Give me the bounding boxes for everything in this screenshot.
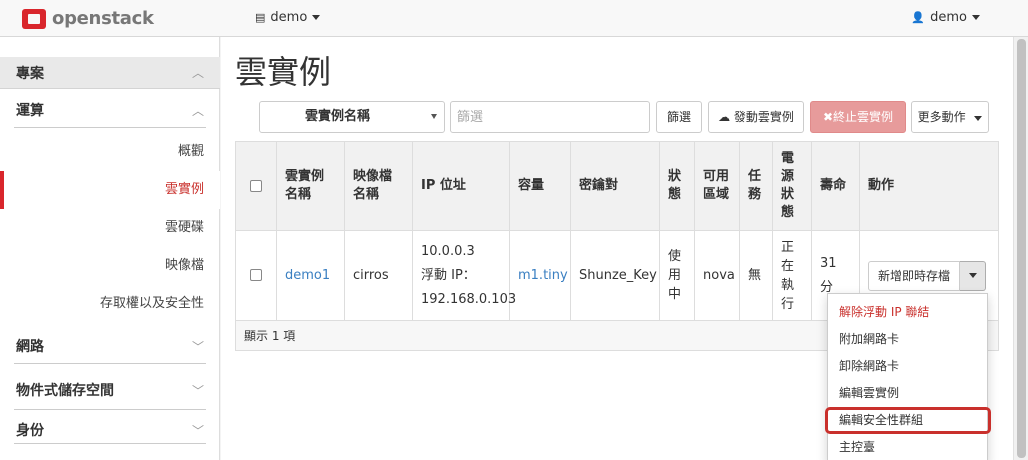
user-icon: 👤 bbox=[911, 11, 926, 24]
launch-instance-label: 發動雲實例 bbox=[733, 110, 794, 124]
project-list-icon: ▤ bbox=[255, 11, 266, 24]
sidebar: 專案 ︿ 運算 ︿ 概觀 雲實例 雲硬碟 映像檔 存取權以及安全性 網路 ﹀ 物… bbox=[0, 37, 220, 460]
chevron-up-icon: ︿ bbox=[191, 66, 204, 80]
zone-cell: nova bbox=[694, 230, 740, 321]
sidebar-item-volumes[interactable]: 雲硬碟 bbox=[0, 209, 220, 247]
row-actions-group: 新增即時存檔 bbox=[868, 260, 990, 291]
row-actions-dropdown-menu: 解除浮動 IP 聯結 附加網路卡 卸除網路卡 編輯雲實例 編輯安全性群組 主控臺 bbox=[827, 293, 988, 460]
instance-name-link[interactable]: demo1 bbox=[285, 268, 330, 283]
column-header-keypair[interactable]: 密鑰對 bbox=[570, 141, 660, 231]
sidebar-item-instances[interactable]: 雲實例 bbox=[0, 171, 220, 209]
column-header-power[interactable]: 電源狀態 bbox=[772, 141, 812, 231]
divider bbox=[14, 443, 206, 444]
user-menu[interactable]: 👤 demo bbox=[911, 10, 980, 25]
edit-instance-item[interactable]: 編輯雲實例 bbox=[828, 380, 987, 407]
edit-security-groups-item[interactable]: 編輯安全性群組 bbox=[828, 407, 987, 434]
column-header-task[interactable]: 任務 bbox=[739, 141, 773, 231]
divider bbox=[14, 409, 206, 410]
openstack-logo[interactable]: openstack bbox=[22, 8, 154, 29]
table-toolbar: 雲實例名稱 篩選 ☁ 發動雲實例 ✖終止雲實例 更多動作 bbox=[259, 101, 989, 133]
ip-address-cell: 10.0.0.3 浮動 IP： 192.168.0.103 bbox=[412, 230, 517, 321]
instance-name-cell: demo1 bbox=[276, 230, 345, 321]
terminate-instances-button[interactable]: ✖終止雲實例 bbox=[810, 101, 906, 133]
attach-interface-item[interactable]: 附加網路卡 bbox=[828, 326, 987, 353]
sidebar-section-label: 身份 bbox=[16, 423, 44, 439]
sidebar-section-object-storage[interactable]: 物件式儲存空間 ﹀ bbox=[0, 373, 220, 407]
project-name: demo bbox=[270, 10, 308, 25]
flavor-link[interactable]: m1.tiny bbox=[518, 268, 568, 283]
row-checkbox[interactable] bbox=[250, 269, 262, 281]
column-header-status[interactable]: 狀態 bbox=[659, 141, 695, 231]
close-icon: ✖ bbox=[822, 110, 834, 124]
sidebar-section-label: 專案 bbox=[16, 65, 44, 82]
disassociate-floating-ip-item[interactable]: 解除浮動 IP 聯結 bbox=[828, 299, 987, 326]
sidebar-section-label: 網路 bbox=[16, 339, 44, 355]
power-state-cell: 正在執行 bbox=[772, 230, 812, 321]
flavor-cell: m1.tiny bbox=[509, 230, 571, 321]
status-cell: 使用中 bbox=[659, 230, 695, 321]
row-actions-dropdown-toggle[interactable] bbox=[960, 260, 987, 291]
sidebar-section-network[interactable]: 網路 ﹀ bbox=[0, 329, 220, 363]
row-select-cell bbox=[235, 230, 277, 321]
filter-input[interactable] bbox=[450, 101, 650, 133]
chevron-down-icon: ﹀ bbox=[191, 383, 204, 398]
column-header-age[interactable]: 壽命 bbox=[811, 141, 860, 231]
chevron-down-icon: ﹀ bbox=[191, 423, 204, 438]
chevron-down-icon bbox=[974, 116, 983, 121]
more-actions-label: 更多動作 bbox=[917, 110, 966, 124]
divider bbox=[14, 363, 206, 364]
sidebar-section-label: 運算 bbox=[16, 103, 44, 119]
chevron-up-icon: ︿ bbox=[191, 103, 204, 118]
chevron-down-icon: ﹀ bbox=[191, 339, 204, 354]
launch-instance-button[interactable]: ☁ 發動雲實例 bbox=[708, 101, 804, 133]
column-header-name[interactable]: 雲實例名稱 bbox=[276, 141, 345, 231]
sidebar-section-compute[interactable]: 運算 ︿ bbox=[0, 93, 220, 127]
scrollbar-thumb[interactable] bbox=[1017, 39, 1026, 458]
chevron-down-icon bbox=[968, 273, 977, 278]
sidebar-section-identity[interactable]: 身份 ﹀ bbox=[0, 413, 220, 447]
cloud-upload-icon: ☁ bbox=[718, 110, 731, 124]
top-navbar: openstack ▤ demo 👤 demo bbox=[0, 0, 1028, 37]
sidebar-item-overview[interactable]: 概觀 bbox=[0, 133, 220, 171]
fixed-ip: 10.0.0.3 bbox=[421, 243, 475, 259]
column-header-actions: 動作 bbox=[859, 141, 999, 231]
user-name: demo bbox=[930, 10, 967, 25]
divider bbox=[14, 127, 206, 128]
openstack-logo-icon bbox=[22, 8, 46, 29]
keypair-cell: Shunze_Key bbox=[570, 230, 660, 321]
sidebar-item-access-security[interactable]: 存取權以及安全性 bbox=[0, 285, 220, 323]
sidebar-section-project[interactable]: 專案 ︿ bbox=[0, 57, 220, 89]
column-header-image[interactable]: 映像檔名稱 bbox=[344, 141, 413, 231]
column-header-ip[interactable]: IP 位址 bbox=[412, 141, 510, 231]
terminate-instances-label: 終止雲實例 bbox=[833, 110, 894, 124]
logo-text: openstack bbox=[52, 8, 154, 29]
chevron-down-icon bbox=[431, 114, 437, 119]
detach-interface-item[interactable]: 卸除網路卡 bbox=[828, 353, 987, 380]
create-snapshot-button[interactable]: 新增即時存檔 bbox=[868, 260, 961, 291]
floating-ip-label: 浮動 IP： bbox=[421, 267, 476, 283]
chevron-down-icon bbox=[312, 15, 321, 20]
more-actions-button[interactable]: 更多動作 bbox=[911, 101, 989, 133]
column-header-zone[interactable]: 可用區域 bbox=[694, 141, 740, 231]
chevron-down-icon bbox=[972, 15, 980, 20]
table-header-row: 雲實例名稱 映像檔名稱 IP 位址 容量 密鑰對 狀態 可用區域 任務 電源狀態… bbox=[235, 141, 999, 231]
select-all-cell bbox=[235, 141, 277, 231]
page-title: 雲實例 bbox=[235, 53, 332, 91]
floating-ip: 192.168.0.103 bbox=[421, 291, 517, 307]
filter-button[interactable]: 篩選 bbox=[656, 101, 702, 133]
task-cell: 無 bbox=[739, 230, 773, 321]
sidebar-item-images[interactable]: 映像檔 bbox=[0, 247, 220, 285]
select-all-checkbox[interactable] bbox=[250, 179, 262, 192]
image-name-cell: cirros bbox=[344, 230, 413, 321]
console-item[interactable]: 主控臺 bbox=[828, 434, 987, 460]
project-picker[interactable]: ▤ demo bbox=[255, 10, 321, 25]
sidebar-section-label: 物件式儲存空間 bbox=[16, 383, 114, 399]
page-scrollbar[interactable] bbox=[1013, 37, 1028, 460]
filter-field-value: 雲實例名稱 bbox=[305, 109, 371, 124]
column-header-flavor[interactable]: 容量 bbox=[509, 141, 571, 231]
filter-field-select[interactable]: 雲實例名稱 bbox=[259, 101, 445, 133]
